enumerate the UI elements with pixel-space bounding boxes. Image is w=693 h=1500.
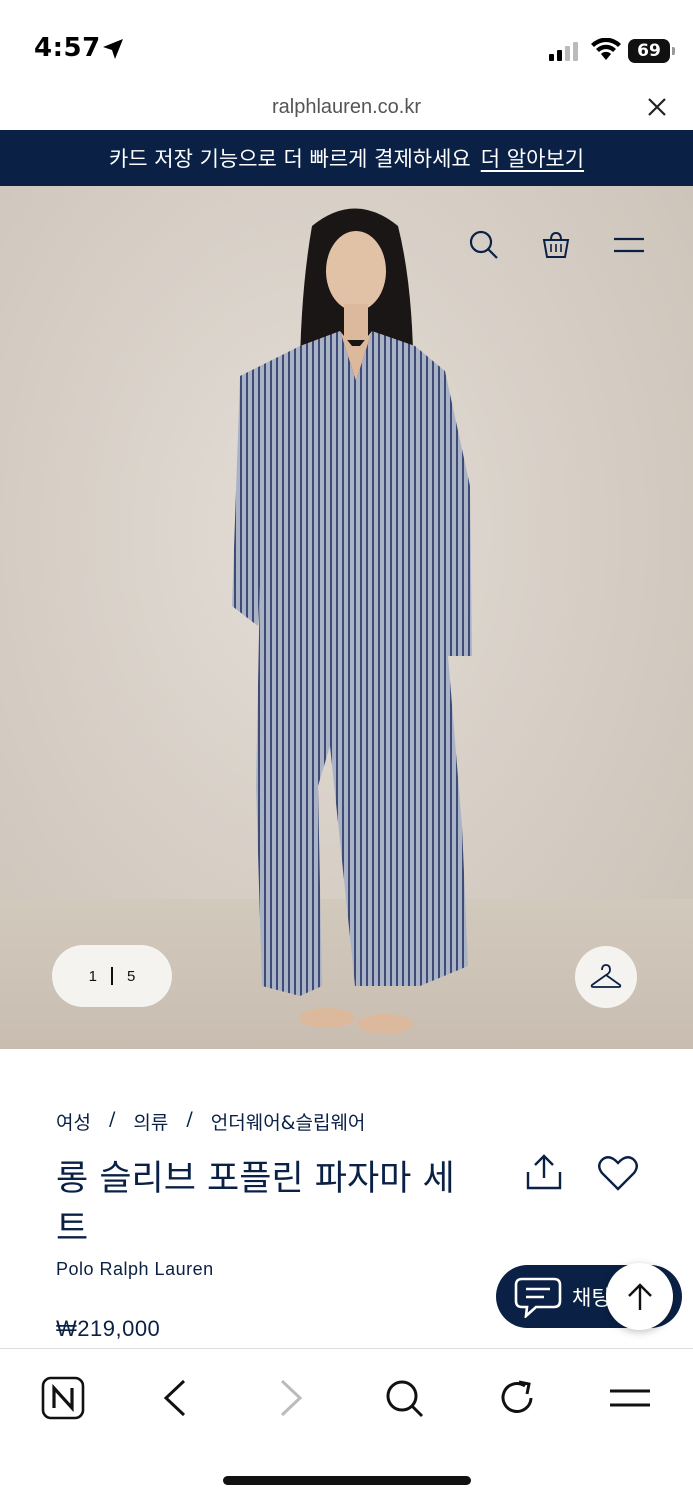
- browser-toolbar: [0, 1348, 693, 1500]
- share-icon[interactable]: [524, 1154, 564, 1192]
- reload-button[interactable]: [494, 1375, 540, 1421]
- cellular-signal-icon: [549, 42, 578, 61]
- product-image[interactable]: 1 5: [0, 186, 693, 1049]
- breadcrumb-separator: /: [108, 1108, 116, 1130]
- breadcrumb-clothing[interactable]: 의류: [133, 1108, 168, 1135]
- image-pager: 1 5: [52, 945, 172, 1007]
- url-text[interactable]: ralphlauren.co.kr: [0, 96, 693, 119]
- promo-banner: 카드 저장 기능으로 더 빠르게 결제하세요 더 알아보기: [0, 130, 693, 186]
- shopping-bag-icon[interactable]: [541, 230, 571, 264]
- search-button[interactable]: [381, 1375, 427, 1421]
- battery-level: 69: [637, 41, 661, 61]
- naver-n-icon: [41, 1376, 85, 1420]
- hanger-button[interactable]: [575, 946, 637, 1008]
- close-icon[interactable]: [647, 97, 667, 117]
- status-bar: 4:57 69: [0, 0, 693, 92]
- pager-current: 1: [88, 967, 97, 985]
- home-indicator: [223, 1476, 471, 1485]
- back-button[interactable]: [152, 1375, 198, 1421]
- arrow-up-icon: [627, 1282, 652, 1310]
- search-icon[interactable]: [469, 230, 499, 264]
- hamburger-menu-icon: [610, 1389, 650, 1407]
- menu-icon[interactable]: [613, 230, 645, 264]
- location-arrow-icon: [103, 39, 123, 59]
- wifi-icon: [591, 38, 621, 60]
- menu-button[interactable]: [607, 1375, 653, 1421]
- pager-divider: [111, 967, 113, 985]
- hanger-icon: [590, 964, 622, 988]
- naver-home-button[interactable]: [40, 1375, 86, 1421]
- product-brand: Polo Ralph Lauren: [56, 1259, 214, 1279]
- promo-learn-more-link[interactable]: 더 알아보기: [481, 143, 584, 173]
- model-figure: [232, 208, 472, 1034]
- reload-icon: [501, 1380, 533, 1413]
- status-time: 4:57: [34, 33, 101, 63]
- pager-total: 5: [127, 967, 136, 985]
- breadcrumb-underwear-sleepwear[interactable]: 언더웨어&슬립웨어: [211, 1108, 366, 1135]
- product-price: ₩219,000: [56, 1316, 161, 1341]
- product-title: 롱 슬리브 포플린 파자마 세트: [56, 1159, 455, 1249]
- breadcrumb: 여성 / 의류 / 언더웨어&슬립웨어: [56, 1108, 365, 1135]
- chevron-left-icon: [163, 1379, 186, 1417]
- promo-text: 카드 저장 기능으로 더 빠르게 결제하세요: [108, 147, 471, 171]
- chat-label: 채팅: [572, 1285, 611, 1310]
- forward-button[interactable]: [268, 1375, 314, 1421]
- scroll-to-top-button[interactable]: [606, 1263, 673, 1330]
- heart-icon[interactable]: [598, 1155, 638, 1191]
- magnifier-icon: [386, 1380, 424, 1418]
- battery-indicator: 69: [628, 39, 675, 63]
- chat-bubble-icon: [514, 1277, 562, 1318]
- breadcrumb-women[interactable]: 여성: [56, 1108, 91, 1135]
- breadcrumb-separator: /: [186, 1108, 193, 1130]
- chevron-right-icon: [280, 1379, 303, 1417]
- header-icons: [469, 230, 645, 264]
- url-bar[interactable]: ralphlauren.co.kr: [0, 92, 693, 130]
